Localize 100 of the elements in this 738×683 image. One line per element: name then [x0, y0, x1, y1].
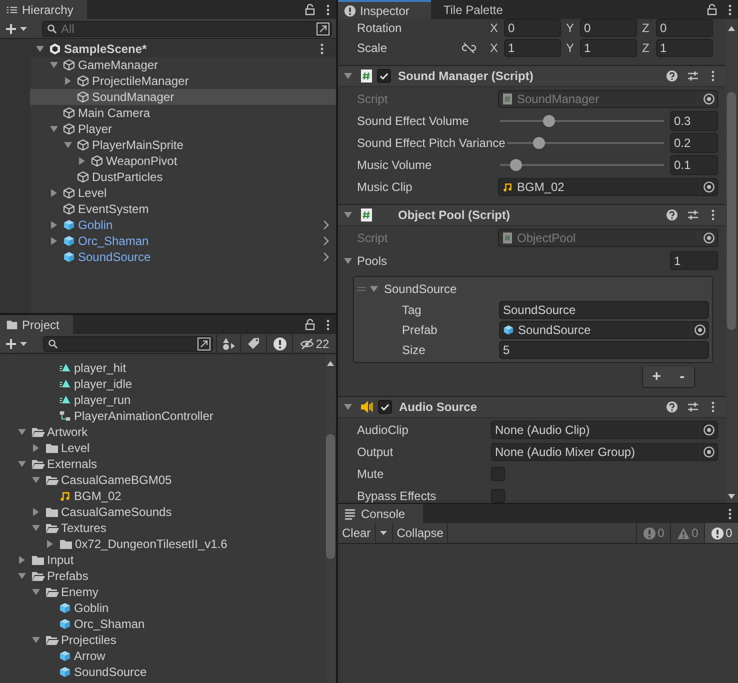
- object-field[interactable]: None (Audio Clip): [491, 421, 718, 439]
- search-bar[interactable]: [43, 336, 213, 352]
- slider-thumb[interactable]: [510, 159, 522, 171]
- collapse-button[interactable]: Collapse: [392, 523, 448, 543]
- expanded-arrow-icon[interactable]: [17, 427, 27, 437]
- tree-item[interactable]: PlayerAnimationController: [0, 408, 325, 424]
- expanded-arrow-icon[interactable]: [31, 635, 41, 645]
- clear-button[interactable]: Clear: [338, 523, 376, 543]
- tree-item[interactable]: player_run: [0, 392, 325, 408]
- tree-item[interactable]: Level: [0, 440, 325, 456]
- preset-icon[interactable]: [687, 401, 699, 413]
- collapsed-arrow-icon[interactable]: [49, 188, 59, 198]
- collapsed-arrow-icon[interactable]: [31, 507, 41, 517]
- expanded-arrow-icon[interactable]: [49, 124, 59, 134]
- search-options-icon[interactable]: [316, 22, 330, 36]
- expanded-arrow-icon[interactable]: [343, 210, 353, 220]
- tree-item[interactable]: 0x72_DungeonTilesetII_v1.6: [0, 536, 325, 552]
- number-field[interactable]: 0.3: [670, 111, 718, 131]
- number-field[interactable]: 1: [656, 39, 713, 57]
- collapsed-arrow-icon[interactable]: [77, 156, 87, 166]
- expanded-arrow-icon[interactable]: [343, 71, 353, 81]
- more-options-icon[interactable]: [728, 4, 732, 16]
- preset-icon[interactable]: [687, 209, 699, 221]
- tree-item[interactable]: DustParticles: [30, 169, 336, 185]
- add-button[interactable]: +: [650, 366, 664, 388]
- log-count-toggle[interactable]: 0: [704, 523, 738, 543]
- lock-icon[interactable]: [304, 318, 316, 331]
- expanded-arrow-icon[interactable]: [31, 523, 41, 533]
- scrollbar-thumb[interactable]: [727, 92, 736, 330]
- tree-item[interactable]: Goblin: [0, 600, 325, 616]
- more-options-icon[interactable]: [728, 508, 732, 520]
- object-picker-icon[interactable]: [702, 93, 714, 105]
- tree-item[interactable]: CasualGameBGM05: [0, 472, 325, 488]
- tree-item[interactable]: SoundManager: [30, 89, 336, 105]
- tree-item[interactable]: SoundSource: [30, 249, 336, 265]
- more-options-icon[interactable]: [320, 42, 324, 54]
- tree-item[interactable]: Orc_Shaman: [0, 616, 325, 632]
- tree-item[interactable]: SoundSource: [0, 664, 325, 680]
- tree-item[interactable]: Artwork: [0, 424, 325, 440]
- tree-item[interactable]: Goblin: [30, 217, 336, 233]
- checkbox[interactable]: [491, 489, 505, 503]
- search-bar[interactable]: All: [42, 20, 332, 36]
- more-options-icon[interactable]: [326, 318, 330, 330]
- collapsed-arrow-icon[interactable]: [31, 443, 41, 453]
- more-options-icon[interactable]: [711, 70, 715, 82]
- help-icon[interactable]: [666, 401, 678, 413]
- tree-item[interactable]: CasualGameSounds: [0, 504, 325, 520]
- number-field[interactable]: 1: [580, 39, 637, 57]
- scroll-down-icon[interactable]: [728, 494, 735, 499]
- number-field[interactable]: 0: [580, 19, 637, 37]
- search-options-icon[interactable]: [197, 336, 211, 350]
- expanded-arrow-icon[interactable]: [17, 459, 27, 469]
- help-icon[interactable]: [666, 70, 678, 82]
- number-field[interactable]: 1: [670, 251, 718, 270]
- expanded-arrow-icon[interactable]: [49, 60, 59, 70]
- slider-track[interactable]: [507, 137, 664, 149]
- checkbox[interactable]: [491, 467, 505, 481]
- number-field[interactable]: 0.1: [670, 155, 718, 175]
- number-field[interactable]: 0.2: [670, 133, 718, 153]
- tree-item[interactable]: Main Camera: [30, 105, 336, 121]
- more-options-icon[interactable]: [326, 4, 330, 16]
- tree-item[interactable]: WeaponPivot: [30, 153, 336, 169]
- component-header[interactable]: Audio Source: [338, 397, 725, 418]
- slider-track[interactable]: [500, 159, 664, 171]
- tab[interactable]: Hierarchy: [0, 0, 88, 19]
- object-field[interactable]: BGM_02: [498, 178, 718, 196]
- object-picker-icon[interactable]: [702, 232, 714, 244]
- scroll-up-icon[interactable]: [728, 26, 735, 31]
- tab[interactable]: Console: [338, 504, 424, 523]
- text-field[interactable]: SoundSource: [499, 301, 709, 319]
- more-options-icon[interactable]: [711, 401, 715, 413]
- tab[interactable]: Tile Palette: [431, 0, 515, 19]
- collapsed-arrow-icon[interactable]: [45, 539, 55, 549]
- tree-item[interactable]: Projectiles: [0, 632, 325, 648]
- tab[interactable]: Inspector: [338, 0, 432, 19]
- object-picker-icon[interactable]: [702, 446, 714, 458]
- tree-item[interactable]: Orc_Shaman: [30, 233, 336, 249]
- object-picker-icon[interactable]: [702, 181, 714, 193]
- scrollbar[interactable]: [325, 354, 336, 683]
- unlink-icon[interactable]: [462, 42, 476, 54]
- tree-item[interactable]: player_idle: [0, 376, 325, 392]
- tree-item[interactable]: Input: [0, 552, 325, 568]
- help-icon[interactable]: [666, 209, 678, 221]
- object-field[interactable]: SoundSource: [499, 321, 709, 339]
- expanded-arrow-icon[interactable]: [31, 475, 41, 485]
- number-field[interactable]: 1: [504, 39, 561, 57]
- object-picker-icon[interactable]: [702, 424, 714, 436]
- drag-handle-icon[interactable]: [357, 286, 366, 292]
- object-field[interactable]: None (Audio Mixer Group): [491, 443, 718, 461]
- expanded-arrow-icon[interactable]: [31, 587, 41, 597]
- tree-item[interactable]: Level: [30, 185, 336, 201]
- tree-item[interactable]: PlayerMainSprite: [30, 137, 336, 153]
- checked-checkbox[interactable]: [377, 69, 391, 83]
- more-options-icon[interactable]: [711, 209, 715, 221]
- component-header[interactable]: Object Pool (Script): [338, 205, 725, 226]
- tree-item[interactable]: Prefabs: [0, 568, 325, 584]
- slider-track[interactable]: [500, 115, 664, 127]
- tree-item[interactable]: Textures: [0, 520, 325, 536]
- collapsed-arrow-icon[interactable]: [49, 220, 59, 230]
- expanded-arrow-icon[interactable]: [343, 402, 353, 412]
